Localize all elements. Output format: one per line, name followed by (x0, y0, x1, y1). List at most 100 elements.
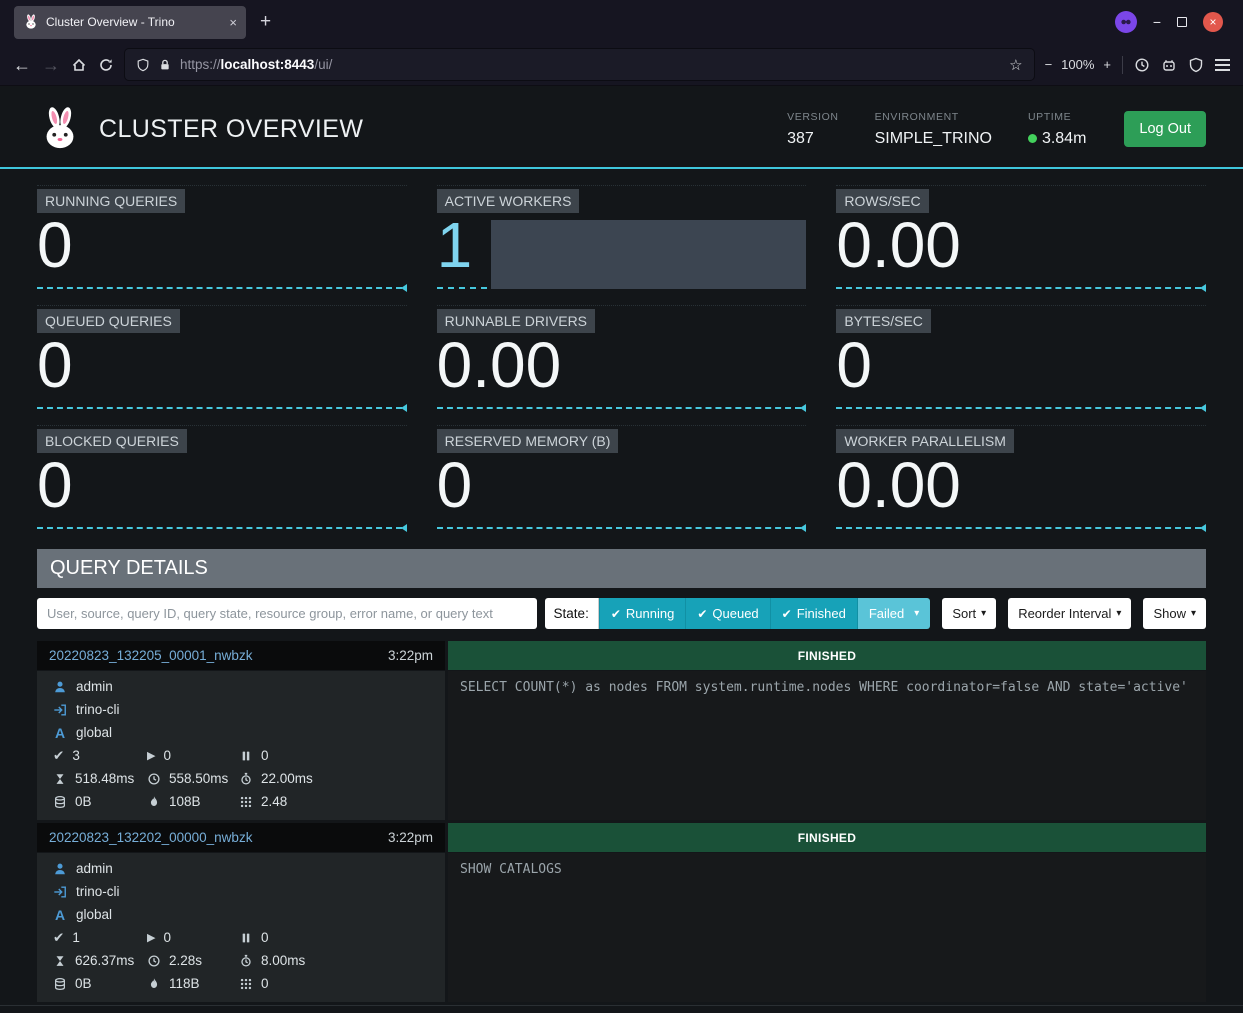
query-id-cell: 20220823_132202_00000_nwbzk 3:22pm (37, 823, 445, 852)
zoom-out-button[interactable]: − (1045, 57, 1053, 72)
query-user: admin (76, 861, 113, 876)
state-finished-label: Finished (797, 606, 846, 621)
version-label: VERSION (787, 111, 838, 123)
home-icon[interactable] (71, 57, 87, 73)
cumulative-memory: 108B (169, 794, 201, 809)
zoom-in-button[interactable]: + (1103, 57, 1111, 72)
cpu-time-icon (239, 772, 253, 786)
parallelism-value: 0 (261, 976, 269, 991)
logout-button[interactable]: Log Out (1124, 111, 1206, 147)
total-time: 558.50ms (169, 771, 228, 786)
metric-reserved-memory: RESERVED MEMORY (B) 0 (437, 425, 807, 535)
window-minimize-button[interactable]: − (1153, 14, 1161, 30)
show-dropdown[interactable]: Show ▾ (1143, 598, 1206, 629)
query-time: 3:22pm (388, 648, 433, 663)
bookmark-star-icon[interactable]: ☆ (1009, 56, 1022, 74)
completed-splits-icon: ✔ (53, 748, 64, 764)
query-id-link[interactable]: 20220823_132202_00000_nwbzk (49, 830, 252, 845)
metrics-grid: RUNNING QUERIES 0 ACTIVE WORKERS 1 ROWS/… (0, 169, 1243, 535)
url-bar[interactable]: https://localhost:8443/ui/ ☆ (125, 49, 1034, 80)
memory-icon (53, 977, 67, 991)
forward-icon[interactable]: → (42, 56, 60, 74)
uptime-status-dot (1028, 134, 1037, 143)
memory-value: 0B (75, 976, 92, 991)
resource-group-icon: A (53, 907, 67, 923)
source-icon (53, 885, 67, 899)
query-id-link[interactable]: 20220823_132205_00001_nwbzk (49, 648, 252, 663)
sparkline (836, 527, 1201, 529)
cpu-time: 8.00ms (261, 953, 305, 968)
parallelism-value: 2.48 (261, 794, 287, 809)
query-info-panel: admin trino-cli A global ✔ 1 ▶ 0 (37, 853, 445, 1002)
metric-bytes-per-sec: BYTES/SEC 0 (836, 305, 1206, 415)
privacy-shield-icon[interactable] (1188, 57, 1204, 73)
window-maximize-button[interactable] (1177, 17, 1187, 27)
query-details-section: QUERY DETAILS State: ✔ Running ✔ Queued … (37, 549, 1206, 629)
query-resource-group: global (76, 907, 112, 922)
metric-value: 0 (37, 453, 407, 518)
metric-value: 0.00 (437, 333, 807, 398)
metric-label: RESERVED MEMORY (B) (437, 429, 619, 453)
sparkline (437, 527, 802, 529)
queued-splits: 0 (261, 748, 269, 763)
navigation-bar: ← → https://localhost:8443/ui/ ☆ − 100% … (0, 44, 1243, 86)
metric-label: RUNNING QUERIES (37, 189, 185, 213)
cumulative-memory-icon (147, 795, 161, 809)
metric-value: 0 (37, 333, 407, 398)
url-host: localhost:8443 (221, 57, 315, 72)
query-status-badge: FINISHED (448, 641, 1206, 670)
query-user: admin (76, 679, 113, 694)
sort-dropdown[interactable]: Sort ▾ (942, 598, 996, 629)
reload-icon[interactable] (98, 57, 114, 73)
state-filter-running[interactable]: ✔ Running (599, 598, 686, 629)
query-source: trino-cli (76, 884, 120, 899)
extensions-icon[interactable] (1161, 57, 1177, 73)
metric-value: 0 (37, 213, 407, 278)
metric-label: QUEUED QUERIES (37, 309, 180, 333)
metric-label: BLOCKED QUERIES (37, 429, 187, 453)
url-path: /ui/ (314, 57, 332, 72)
query-details-title: QUERY DETAILS (37, 549, 1206, 588)
reorder-interval-dropdown[interactable]: Reorder Interval ▾ (1008, 598, 1131, 629)
state-filter-failed-dropdown[interactable]: Failed ▾ (857, 598, 930, 629)
running-splits-icon: ▶ (147, 931, 155, 944)
zoom-level[interactable]: 100% (1061, 57, 1094, 72)
window-close-button[interactable]: × (1203, 12, 1223, 32)
lock-icon[interactable] (158, 58, 172, 72)
metric-label: ACTIVE WORKERS (437, 189, 580, 213)
wall-time-icon (53, 772, 67, 786)
metric-label: RUNNABLE DRIVERS (437, 309, 595, 333)
cumulative-memory-icon (147, 977, 161, 991)
total-time: 2.28s (169, 953, 202, 968)
window-controls: − × (1115, 11, 1235, 33)
back-icon[interactable]: ← (13, 56, 31, 74)
state-filter-label: State: (545, 598, 599, 629)
metric-label: ROWS/SEC (836, 189, 928, 213)
metric-label: BYTES/SEC (836, 309, 931, 333)
state-filter-queued[interactable]: ✔ Queued (685, 598, 769, 629)
tab-close-icon[interactable]: × (229, 15, 237, 30)
check-icon: ✔ (782, 607, 792, 621)
bottom-divider (0, 1005, 1243, 1013)
extension-badge-icon[interactable] (1115, 11, 1137, 33)
sparkline (37, 287, 402, 289)
running-splits: 0 (163, 748, 171, 763)
cumulative-memory: 118B (169, 976, 200, 991)
metric-runnable-drivers: RUNNABLE DRIVERS 0.00 (437, 305, 807, 415)
new-tab-button[interactable]: + (260, 11, 271, 33)
metric-active-workers: ACTIVE WORKERS 1 (437, 185, 807, 295)
menu-hamburger-icon[interactable] (1215, 56, 1230, 74)
metric-value: 0 (836, 333, 1206, 398)
resource-group-icon: A (53, 725, 67, 741)
wall-time: 626.37ms (75, 953, 134, 968)
tracking-shield-icon[interactable] (136, 58, 150, 72)
history-clock-icon[interactable] (1134, 57, 1150, 73)
browser-tab[interactable]: Cluster Overview - Trino × (14, 6, 246, 39)
metric-value: 0.00 (836, 453, 1206, 518)
query-resource-group: global (76, 725, 112, 740)
cpu-time: 22.00ms (261, 771, 313, 786)
metric-worker-parallelism: WORKER PARALLELISM 0.00 (836, 425, 1206, 535)
query-text: SELECT COUNT(*) as nodes FROM system.run… (448, 671, 1206, 820)
query-filter-input[interactable] (37, 598, 537, 629)
state-filter-finished[interactable]: ✔ Finished (770, 598, 857, 629)
